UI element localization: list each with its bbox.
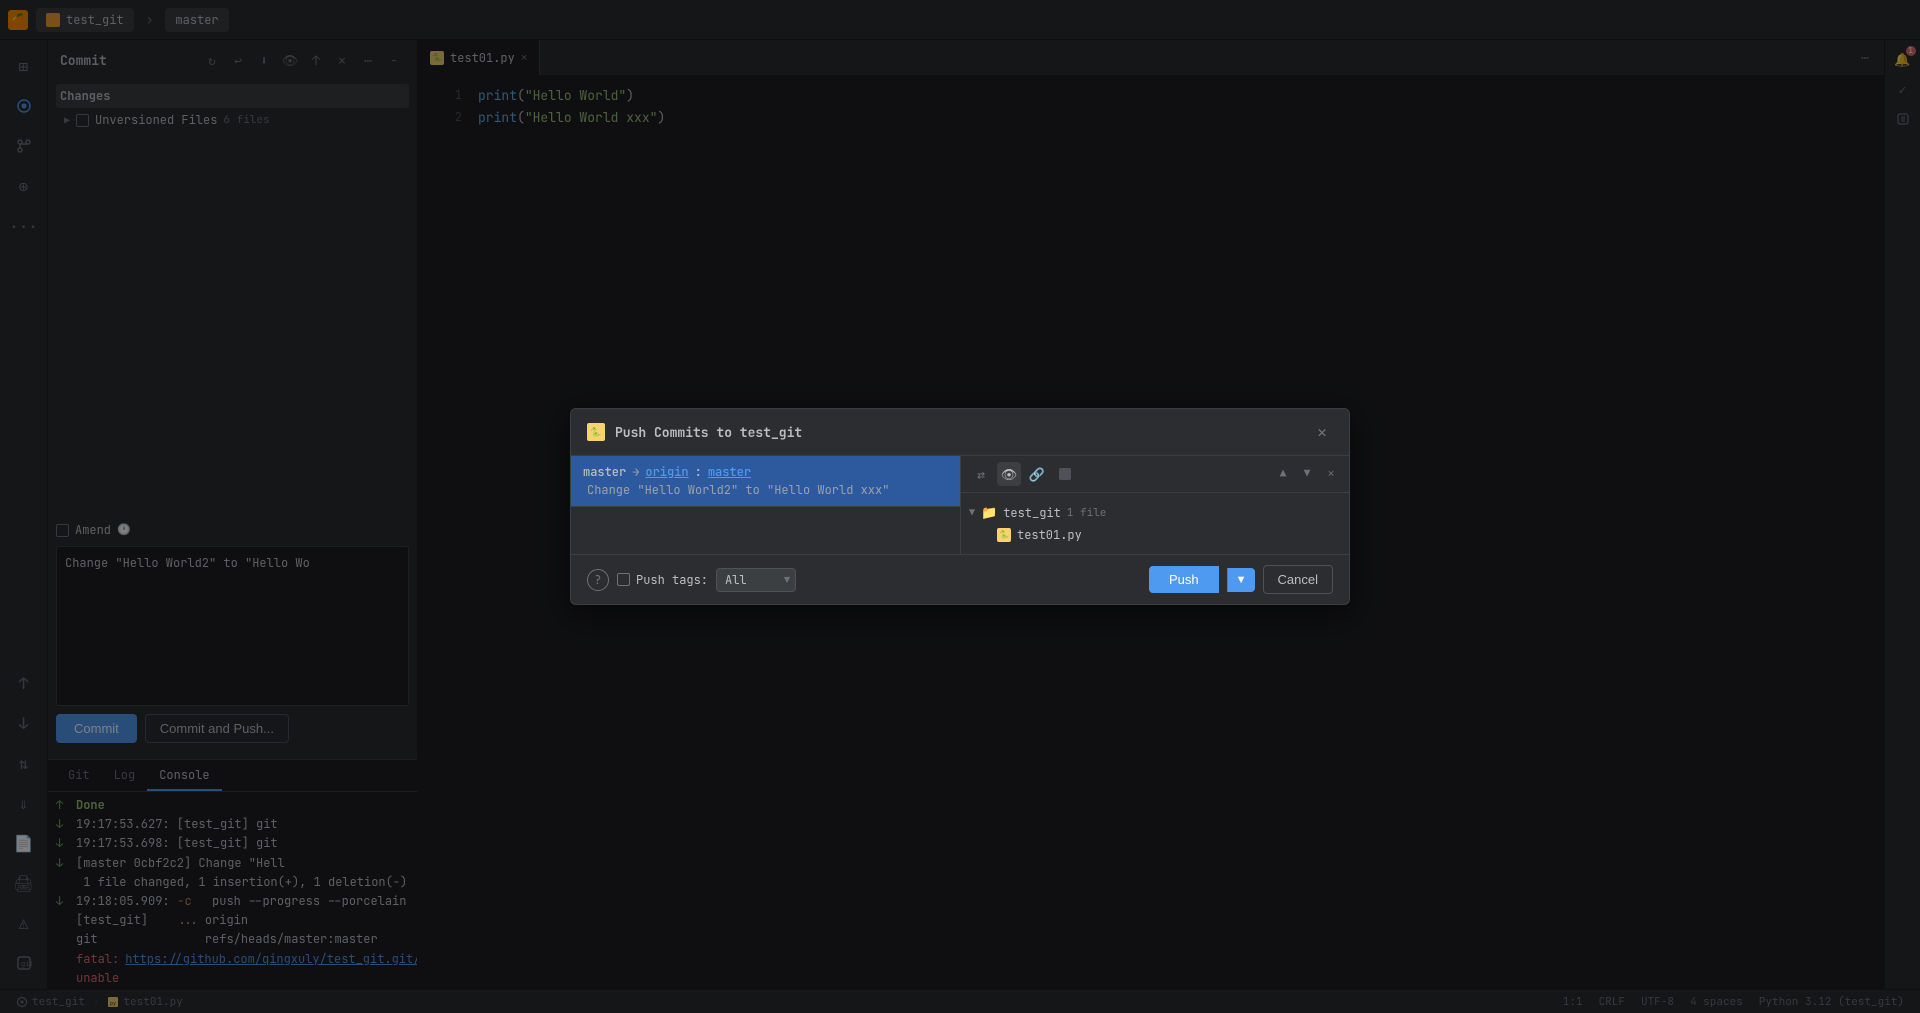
modal-nav-down-icon[interactable]: ▼: [1297, 464, 1317, 484]
branch-origin-label[interactable]: origin: [645, 464, 688, 480]
modal-swap-icon[interactable]: ⇄: [969, 462, 993, 486]
modal-title: Push Commits to test_git: [615, 424, 1301, 441]
commit-branch-row: master → origin : master: [583, 464, 948, 480]
modal-header: 🐍 Push Commits to test_git ✕: [571, 409, 1349, 456]
modal-right-toolbar: ⇄ 👁 🔗 ▲ ▼ ✕: [961, 456, 1349, 493]
commit-item-message: Change "Hello World2" to "Hello World xx…: [583, 482, 948, 498]
tags-select[interactable]: All None Annotated: [716, 568, 796, 592]
push-tags-text: Push tags:: [636, 572, 708, 588]
modal-commits-list: master → origin : master Change "Hello W…: [571, 456, 961, 554]
push-dropdown-button[interactable]: ▼: [1227, 568, 1255, 592]
push-commits-modal: 🐍 Push Commits to test_git ✕ master → or…: [570, 408, 1350, 605]
modal-eye-icon[interactable]: 👁: [997, 462, 1021, 486]
files-tree: ▼ 📁 test_git 1 file 🐍 test01.py: [961, 493, 1349, 554]
push-tags-checkbox[interactable]: [617, 573, 630, 586]
file-name-label: test01.py: [1017, 527, 1082, 543]
modal-files-area: ⇄ 👁 🔗 ▲ ▼ ✕ ▼ 📁 test_git: [961, 456, 1349, 554]
modal-overlay[interactable]: 🐍 Push Commits to test_git ✕ master → or…: [0, 0, 1920, 1013]
modal-footer: ? Push tags: All None Annotated ▼ Push ▼…: [571, 554, 1349, 604]
commit-list-item-1[interactable]: master → origin : master Change "Hello W…: [571, 456, 960, 507]
push-tags-label: Push tags:: [617, 572, 708, 588]
help-button[interactable]: ?: [587, 569, 609, 591]
tags-select-wrapper[interactable]: All None Annotated ▼: [716, 568, 796, 592]
file-count-label: 1 file: [1067, 506, 1107, 520]
modal-title-icon: 🐍: [587, 423, 605, 441]
file-tree-repo-row[interactable]: ▼ 📁 test_git 1 file: [969, 501, 1341, 524]
file-tree-file-1[interactable]: 🐍 test01.py: [969, 524, 1341, 546]
modal-close-button[interactable]: ✕: [1311, 421, 1333, 443]
help-icon: ?: [594, 572, 601, 588]
branch-colon: :: [695, 464, 702, 480]
modal-nav-up-icon[interactable]: ▲: [1273, 464, 1293, 484]
modal-grey-btn[interactable]: [1053, 462, 1077, 486]
modal-nav-close-icon[interactable]: ✕: [1321, 464, 1341, 484]
modal-body: master → origin : master Change "Hello W…: [571, 456, 1349, 554]
folder-icon: 📁: [981, 504, 997, 521]
branch-from-label: master: [583, 464, 626, 480]
modal-link-icon[interactable]: 🔗: [1025, 462, 1049, 486]
cancel-button[interactable]: Cancel: [1263, 565, 1333, 594]
repo-name-label: test_git: [1003, 505, 1061, 521]
tree-chevron-icon: ▼: [969, 506, 975, 519]
push-button[interactable]: Push: [1149, 566, 1219, 593]
branch-to-label[interactable]: master: [708, 464, 751, 480]
py-file-icon: 🐍: [997, 528, 1011, 542]
branch-arrow-icon: →: [632, 464, 639, 480]
